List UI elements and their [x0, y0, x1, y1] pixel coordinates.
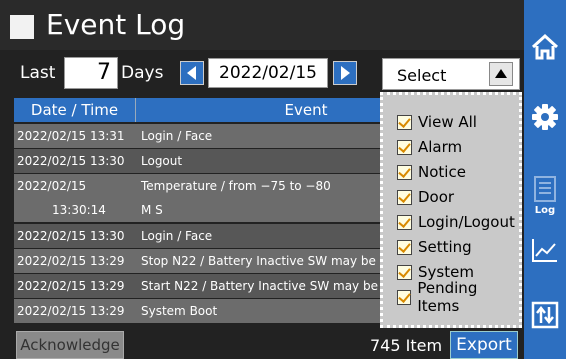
- days-label: Days: [121, 63, 164, 83]
- filter-option-setting[interactable]: Setting: [397, 236, 472, 258]
- table-row[interactable]: 2022/02/15 13:29 Start N22 / Battery Ina…: [14, 274, 384, 298]
- checkbox-checked-icon[interactable]: [397, 139, 412, 155]
- title-bar: Event Log: [0, 0, 524, 50]
- table-row[interactable]: 2022/02/15 13:31 Login / Face: [14, 124, 384, 148]
- nav-transfer-button[interactable]: [524, 290, 566, 340]
- select-label: Select: [397, 66, 447, 85]
- gear-icon: [532, 104, 558, 130]
- filter-option-alarm[interactable]: Alarm: [397, 136, 462, 158]
- checkbox-checked-icon[interactable]: [397, 114, 412, 130]
- table-row[interactable]: 2022/02/15 13:29 Stop N22 / Battery Inac…: [14, 249, 384, 273]
- filter-option-login-logout[interactable]: Login/Logout: [397, 211, 515, 233]
- row-time: 13:30:14: [52, 203, 106, 217]
- table-row[interactable]: 13:30:14 M S: [14, 198, 384, 222]
- next-date-button[interactable]: [333, 61, 357, 85]
- arrow-right-icon: [341, 66, 350, 80]
- triangle-up-icon: [495, 69, 507, 78]
- row-date: 2022/02/15 13:30: [17, 229, 125, 243]
- row-date: 2022/02/15 13:29: [17, 254, 125, 268]
- checkbox-checked-icon[interactable]: [397, 239, 412, 255]
- days-input[interactable]: 7: [64, 57, 118, 89]
- nav-graph-button[interactable]: [524, 230, 566, 270]
- table-row[interactable]: 2022/02/15 13:30 Logout: [14, 149, 384, 173]
- option-label: Alarm: [418, 138, 463, 156]
- row-event: Login / Face: [141, 229, 213, 243]
- row-event: Start N22 / Battery Inactive SW may be O…: [141, 279, 384, 293]
- row-date: 2022/02/15 13:30: [17, 154, 125, 168]
- page-title: Event Log: [46, 8, 186, 41]
- table-row[interactable]: 2022/02/15 13:29 System Boot: [14, 299, 384, 323]
- column-header-date: Date / Time: [14, 98, 136, 122]
- select-toggle-button[interactable]: [489, 62, 513, 86]
- table-row[interactable]: 2022/02/15 13:30 Login / Face: [14, 224, 384, 248]
- checkbox-checked-icon[interactable]: [397, 264, 412, 280]
- home-icon: [531, 33, 559, 60]
- option-label: Notice: [418, 163, 466, 181]
- graph-icon: [532, 239, 557, 262]
- export-button[interactable]: Export: [450, 331, 518, 359]
- event-table: Date / Time Event 2022/02/15 13:31 Login…: [14, 98, 384, 324]
- row-event: Logout: [141, 154, 183, 168]
- title-square-icon: [10, 15, 34, 39]
- row-event: System Boot: [141, 304, 218, 318]
- event-type-dropdown: View All Alarm Notice Door Login/Logout …: [380, 92, 522, 328]
- checkbox-checked-icon[interactable]: [397, 189, 412, 205]
- filter-option-pending-items[interactable]: Pending Items: [397, 279, 519, 315]
- log-icon: [534, 175, 556, 202]
- prev-date-button[interactable]: [180, 61, 204, 85]
- option-label: View All: [418, 113, 477, 131]
- option-label: Door: [418, 188, 455, 206]
- row-date: 2022/02/15 13:31: [17, 129, 125, 143]
- row-event: Stop N22 / Battery Inactive SW may be OF…: [141, 254, 384, 268]
- row-event: Temperature / from −75 to −80: [141, 179, 331, 193]
- arrow-left-icon: [187, 66, 196, 80]
- checkbox-checked-icon[interactable]: [397, 164, 412, 180]
- acknowledge-button[interactable]: Acknowledge: [16, 331, 124, 359]
- row-date: 2022/02/15 13:29: [17, 304, 125, 318]
- transfer-icon: [531, 301, 559, 329]
- item-count: 745 Item: [370, 336, 443, 355]
- table-header: Date / Time Event: [14, 98, 384, 122]
- row-event: Login / Face: [141, 129, 213, 143]
- side-navigation: Log: [524, 0, 566, 359]
- nav-log-label: Log: [534, 204, 556, 216]
- nav-settings-button[interactable]: [524, 92, 566, 142]
- event-log-screen: Event Log Last 7 Days 2022/02/15 Select …: [0, 0, 566, 359]
- option-label: Login/Logout: [418, 213, 515, 231]
- option-label: Setting: [418, 238, 472, 256]
- checkbox-checked-icon[interactable]: [397, 289, 412, 305]
- last-label: Last: [20, 63, 56, 83]
- filter-option-view-all[interactable]: View All: [397, 111, 477, 133]
- column-header-event: Event: [284, 101, 328, 119]
- event-type-select[interactable]: Select: [382, 58, 520, 90]
- checkbox-checked-icon[interactable]: [397, 214, 412, 230]
- nav-home-button[interactable]: [524, 22, 566, 72]
- row-date: 2022/02/15 13:29: [17, 279, 125, 293]
- table-row[interactable]: 2022/02/15 Temperature / from −75 to −80: [14, 174, 384, 198]
- row-event: M S: [141, 203, 163, 217]
- nav-log-button[interactable]: Log: [524, 160, 566, 230]
- row-date: 2022/02/15: [17, 179, 87, 193]
- date-field[interactable]: 2022/02/15: [208, 58, 328, 88]
- option-label: Pending Items: [417, 279, 478, 315]
- filter-option-door[interactable]: Door: [397, 186, 454, 208]
- filter-option-notice[interactable]: Notice: [397, 161, 466, 183]
